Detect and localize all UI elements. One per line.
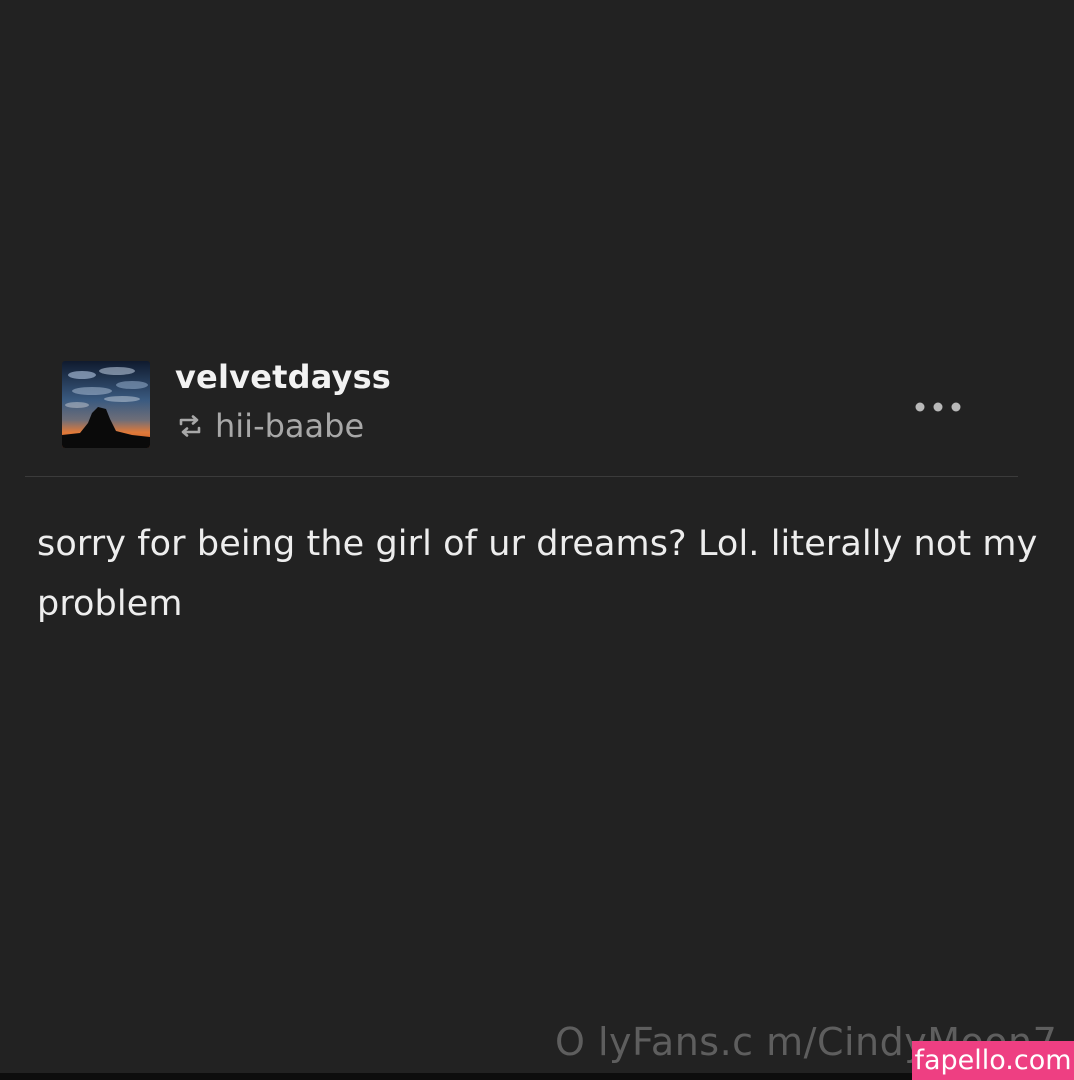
header-divider — [25, 476, 1018, 477]
tumblr-post: velvetdayss hii-baabe sorry for being th… — [0, 0, 1074, 1080]
site-watermark-badge: fapello.com — [912, 1041, 1074, 1080]
reblogged-from-blog[interactable]: hii-baabe — [215, 407, 364, 445]
more-options-icon — [915, 402, 961, 412]
post-text: sorry for being the girl of ur dreams? L… — [37, 524, 1038, 624]
reblog-source[interactable]: hii-baabe — [175, 403, 364, 449]
avatar[interactable] — [62, 361, 150, 448]
blog-username[interactable]: velvetdayss — [175, 358, 391, 396]
sunset-silhouette-avatar-icon — [62, 361, 150, 448]
more-options-button[interactable] — [908, 392, 968, 422]
reblog-icon — [175, 411, 205, 441]
